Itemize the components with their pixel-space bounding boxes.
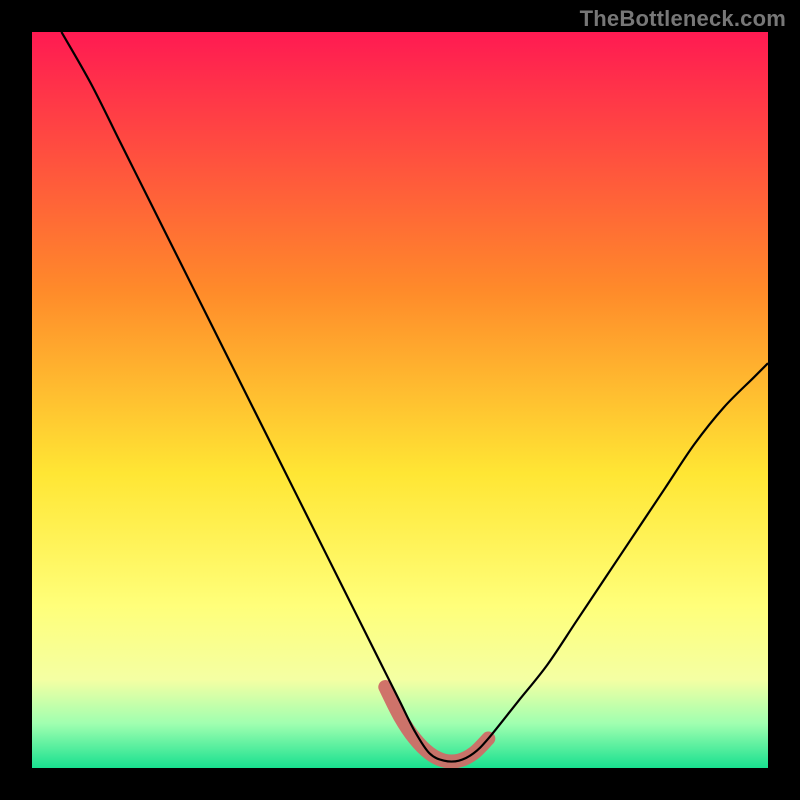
chart-frame: TheBottleneck.com	[0, 0, 800, 800]
watermark-text: TheBottleneck.com	[580, 6, 786, 32]
optimal-range-highlight	[385, 687, 488, 762]
bottleneck-curve-line	[61, 32, 768, 762]
gradient-background	[32, 32, 768, 768]
plot-area	[32, 32, 768, 768]
